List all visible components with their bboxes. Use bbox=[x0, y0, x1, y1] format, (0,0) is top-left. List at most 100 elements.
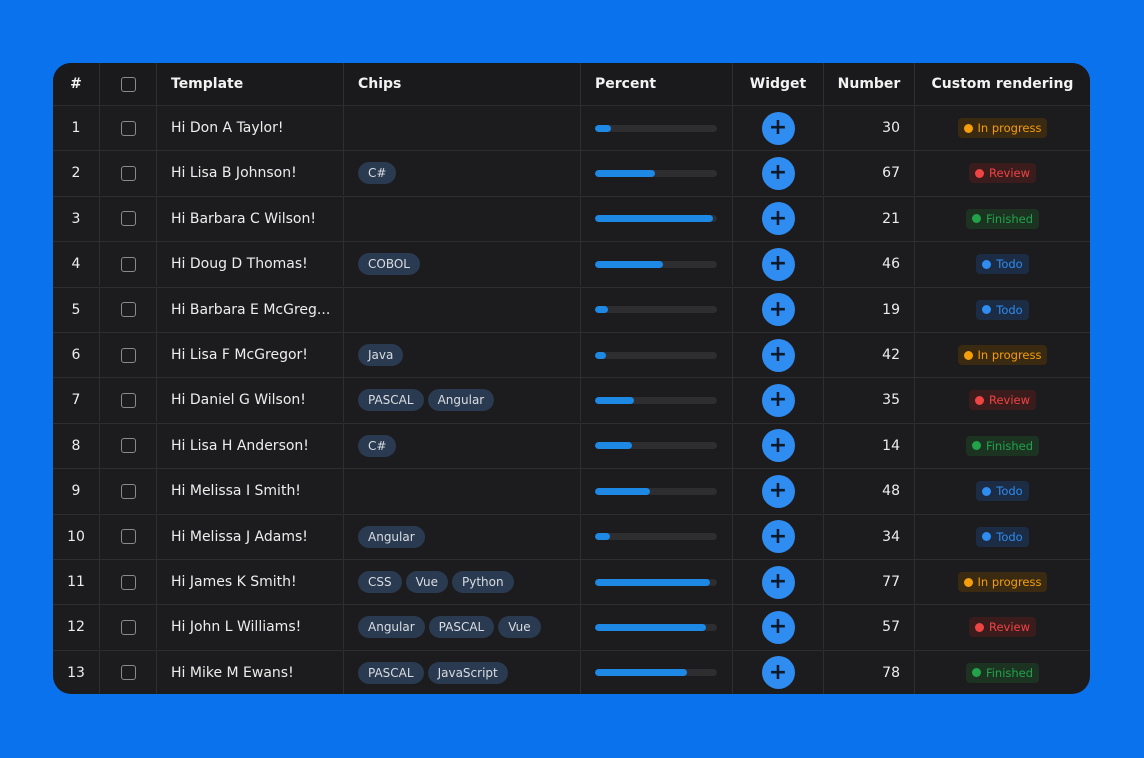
row-select-cell[interactable] bbox=[100, 650, 157, 694]
chip[interactable]: PASCAL bbox=[358, 661, 424, 684]
chips-cell[interactable] bbox=[344, 106, 581, 150]
chip[interactable]: CSS bbox=[358, 571, 402, 593]
custom-rendering-cell[interactable]: Finished bbox=[915, 424, 1090, 468]
percent-cell[interactable] bbox=[581, 514, 733, 559]
template-cell[interactable]: Hi Melissa J Adams! bbox=[157, 514, 344, 559]
chip[interactable]: PASCAL bbox=[358, 389, 424, 412]
template-cell[interactable]: Hi Doug D Thomas! bbox=[157, 242, 344, 287]
table-row[interactable]: 3 Hi Barbara C Wilson! +21 Finished bbox=[53, 195, 1090, 241]
template-cell[interactable]: Hi Don A Taylor! bbox=[157, 106, 344, 150]
table-row[interactable]: 12 Hi John L Williams! Angular PASCAL Vue +57… bbox=[53, 604, 1090, 650]
table-row[interactable]: 1 Hi Don A Taylor! +30 In progress bbox=[53, 105, 1090, 150]
chips-cell[interactable]: PASCAL JavaScript bbox=[344, 650, 581, 694]
number-cell[interactable]: 67 bbox=[824, 151, 915, 196]
add-button[interactable]: + bbox=[761, 429, 795, 463]
add-button[interactable]: + bbox=[761, 202, 795, 236]
chips-cell[interactable]: C# bbox=[344, 423, 581, 468]
row-checkbox[interactable] bbox=[120, 120, 136, 136]
custom-rendering-cell[interactable]: Finished bbox=[915, 651, 1090, 694]
custom-rendering-cell[interactable]: Review bbox=[915, 605, 1090, 649]
row-select-cell[interactable] bbox=[100, 560, 157, 604]
template-cell[interactable]: Hi Barbara C Wilson! bbox=[157, 196, 344, 241]
row-select-cell[interactable] bbox=[100, 106, 157, 150]
chips-cell[interactable]: C# bbox=[344, 151, 581, 196]
chips-cell[interactable] bbox=[344, 469, 581, 514]
select-all-checkbox[interactable] bbox=[120, 76, 136, 92]
percent-cell[interactable] bbox=[581, 378, 733, 423]
percent-cell[interactable] bbox=[581, 287, 733, 332]
row-select-cell[interactable] bbox=[100, 605, 157, 650]
template-cell[interactable]: Hi Melissa I Smith! bbox=[157, 469, 344, 514]
row-select-cell[interactable] bbox=[100, 469, 157, 514]
custom-rendering-cell[interactable]: Review bbox=[915, 151, 1090, 195]
template-cell[interactable]: Hi Lisa B Johnson! bbox=[157, 151, 344, 196]
row-checkbox[interactable] bbox=[120, 211, 136, 227]
chip[interactable]: Angular bbox=[358, 525, 425, 548]
chip[interactable]: C# bbox=[358, 434, 397, 457]
row-checkbox[interactable] bbox=[120, 438, 136, 454]
percent-cell[interactable] bbox=[581, 151, 733, 196]
add-button[interactable]: + bbox=[761, 383, 795, 417]
chip[interactable]: Vue bbox=[498, 616, 541, 639]
table-row[interactable]: 5 Hi Barbara E McGreg... +19 Todo bbox=[53, 286, 1090, 332]
custom-rendering-cell[interactable]: In progress bbox=[915, 106, 1090, 150]
custom-rendering-cell[interactable]: Todo bbox=[915, 515, 1090, 559]
chips-cell[interactable]: COBOL bbox=[344, 242, 581, 287]
custom-rendering-cell[interactable]: Finished bbox=[915, 197, 1090, 241]
custom-rendering-cell[interactable]: Review bbox=[915, 378, 1090, 422]
percent-cell[interactable] bbox=[581, 605, 733, 650]
template-cell[interactable]: Hi Barbara E McGreg... bbox=[157, 287, 344, 332]
chip[interactable]: Vue bbox=[405, 571, 449, 593]
add-button[interactable]: + bbox=[761, 111, 795, 145]
table-row[interactable]: 2 Hi Lisa B Johnson! C# +67 Review bbox=[53, 150, 1090, 196]
table-row[interactable]: 8 Hi Lisa H Anderson! C# +14 Finished bbox=[53, 422, 1090, 468]
percent-cell[interactable] bbox=[581, 106, 733, 150]
template-cell[interactable]: Hi Daniel G Wilson! bbox=[157, 378, 344, 423]
percent-cell[interactable] bbox=[581, 242, 733, 287]
add-button[interactable]: + bbox=[761, 656, 795, 690]
column-header-custom-rendering[interactable]: Custom rendering bbox=[915, 63, 1090, 105]
custom-rendering-cell[interactable]: Todo bbox=[915, 469, 1090, 513]
percent-cell[interactable] bbox=[581, 423, 733, 468]
custom-rendering-cell[interactable]: Todo bbox=[915, 288, 1090, 332]
chips-cell[interactable]: Java bbox=[344, 333, 581, 377]
chips-cell[interactable] bbox=[344, 287, 581, 332]
number-cell[interactable]: 42 bbox=[824, 333, 915, 377]
row-select-cell[interactable] bbox=[100, 196, 157, 241]
template-cell[interactable]: Hi Mike M Ewans! bbox=[157, 650, 344, 694]
custom-rendering-cell[interactable]: Todo bbox=[915, 242, 1090, 286]
chip[interactable]: Angular bbox=[358, 616, 425, 639]
chip[interactable]: PASCAL bbox=[428, 616, 495, 639]
column-header-index[interactable]: # bbox=[53, 63, 100, 105]
number-cell[interactable]: 48 bbox=[824, 469, 915, 514]
chips-cell[interactable]: CSS Vue Python bbox=[344, 560, 581, 604]
percent-cell[interactable] bbox=[581, 650, 733, 694]
template-cell[interactable]: Hi Lisa H Anderson! bbox=[157, 423, 344, 468]
row-checkbox[interactable] bbox=[120, 392, 136, 408]
number-cell[interactable]: 57 bbox=[824, 605, 915, 650]
row-select-cell[interactable] bbox=[100, 514, 157, 559]
number-cell[interactable]: 21 bbox=[824, 196, 915, 241]
table-row[interactable]: 10 Hi Melissa J Adams! Angular +34 Todo bbox=[53, 513, 1090, 559]
table-row[interactable]: 6 Hi Lisa F McGregor! Java +42 In progress bbox=[53, 332, 1090, 377]
row-select-cell[interactable] bbox=[100, 423, 157, 468]
add-button[interactable]: + bbox=[761, 474, 795, 508]
row-checkbox[interactable] bbox=[120, 529, 136, 545]
chips-cell[interactable]: Angular PASCAL Vue bbox=[344, 605, 581, 650]
custom-rendering-cell[interactable]: In progress bbox=[915, 560, 1090, 604]
row-checkbox[interactable] bbox=[120, 574, 136, 590]
add-button[interactable]: + bbox=[761, 610, 795, 644]
row-checkbox[interactable] bbox=[120, 347, 136, 363]
row-checkbox[interactable] bbox=[120, 619, 136, 635]
column-header-template[interactable]: Template bbox=[157, 63, 344, 105]
row-checkbox[interactable] bbox=[120, 256, 136, 272]
chip[interactable]: C# bbox=[358, 162, 397, 185]
chip[interactable]: Java bbox=[358, 344, 404, 366]
number-cell[interactable]: 34 bbox=[824, 514, 915, 559]
template-cell[interactable]: Hi James K Smith! bbox=[157, 560, 344, 604]
chip[interactable]: Angular bbox=[427, 389, 495, 412]
row-select-cell[interactable] bbox=[100, 151, 157, 196]
row-checkbox[interactable] bbox=[120, 302, 136, 318]
add-button[interactable]: + bbox=[761, 247, 795, 281]
number-cell[interactable]: 19 bbox=[824, 287, 915, 332]
